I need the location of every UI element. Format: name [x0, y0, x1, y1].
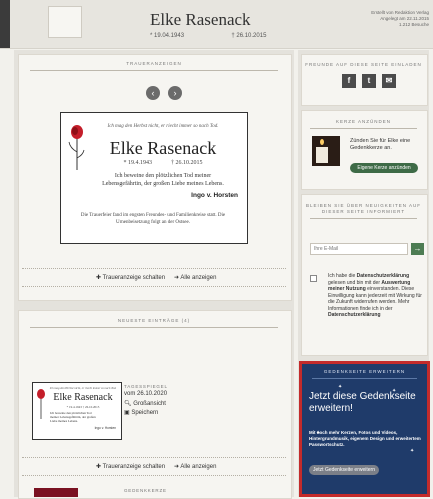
mini-body: Ich beweine den plötzlichen Tod meiner L… — [50, 411, 96, 423]
promo-text: Mit noch mehr Kerzen, Fotos und Videos, … — [309, 430, 421, 447]
promo-title: GEDENKSEITE ERWEITERN — [323, 369, 406, 374]
divider — [310, 218, 417, 219]
candle-title: KERZE ANZÜNDEN — [335, 119, 391, 124]
latest-entries-title: NEUESTE EINTRÄGE (4) — [117, 318, 191, 323]
divider — [30, 327, 278, 328]
notice-quote: Ich mag den Herbst nicht, er riecht imme… — [107, 124, 219, 129]
rose-icon — [68, 125, 85, 170]
divider — [312, 378, 417, 379]
header-left-strip — [0, 0, 10, 48]
candle-thumbnail[interactable] — [34, 488, 78, 497]
page-meta: Erstellt von Redaktion Verlag Angelegt a… — [344, 10, 429, 28]
twitter-icon[interactable]: t — [362, 74, 376, 88]
notice-dates: * 19.4.1943 † 26.10.2015 — [88, 160, 238, 166]
next-arrow-icon[interactable]: › — [168, 86, 182, 100]
save-link[interactable]: ▣ Speichern — [124, 409, 158, 416]
show-all-link-2[interactable]: ➜ Alle anzeigen — [174, 463, 216, 470]
death-date: † 26.10.2015 — [231, 33, 267, 39]
entry-source: TAGESSPIEGEL — [124, 384, 168, 389]
mini-name: Elke Rasenack — [53, 392, 113, 403]
privacy-link-2[interactable]: Datenschutzerklärung — [328, 312, 381, 318]
dotted-divider — [22, 475, 286, 476]
divider — [310, 128, 417, 129]
mini-quote: Ich mag den Herbst nicht, er riecht imme… — [49, 386, 117, 390]
subscribe-arrow-icon[interactable]: → — [411, 243, 424, 255]
meta-visits: 1.212 Besuche — [398, 22, 429, 27]
profile-photo[interactable] — [48, 6, 82, 38]
entry-date: vom 26.10.2020 — [124, 391, 168, 397]
consent-checkbox[interactable] — [310, 275, 317, 282]
dotted-divider — [22, 268, 286, 269]
notices-section-title: TRAUERANZEIGEN — [126, 61, 182, 66]
notice-death: † 26.10.2015 — [171, 160, 203, 166]
rose-icon — [37, 389, 45, 419]
life-dates: * 19.04.1943 † 26.10.2015 — [150, 33, 300, 39]
mail-icon[interactable]: ✉ — [382, 74, 396, 88]
promo-headline: Jetzt diese Gedenkseite erweitern! — [309, 391, 416, 414]
zoom-icon: 🔍︎ — [124, 401, 134, 407]
birth-date: * 19.04.1943 — [150, 33, 185, 39]
mini-dates: * 19.4.1943 † 26.10.2015 — [66, 405, 100, 409]
divider — [30, 70, 278, 71]
privacy-link[interactable]: Datenschutzerklärung — [357, 273, 410, 279]
star-icon: ✦ — [338, 384, 343, 390]
email-input[interactable] — [310, 243, 408, 255]
candle-entry-label: GEDENKKERZE — [124, 488, 167, 493]
star-icon: ✦ — [410, 448, 415, 454]
candle-text: Zünden Sie für Elke eine Gedenkkerze an. — [350, 138, 411, 151]
dotted-divider — [22, 286, 286, 287]
flame-icon — [320, 139, 324, 145]
notice-name: Elke Rasenack — [109, 138, 217, 158]
light-candle-button[interactable]: Eigene Kerze anzünden — [350, 163, 418, 173]
dotted-divider — [22, 457, 286, 458]
plus-icon: ✚ — [96, 275, 103, 281]
notice-body: Ich beweine den plötzlichen Tod meiner L… — [102, 173, 224, 187]
create-notice-link[interactable]: ✚ Traueranzeige schalten — [96, 274, 165, 281]
upgrade-button[interactable]: Jetzt Gedenkseite erweitern — [309, 465, 379, 475]
newsletter-title: BLEIBEN SIE ÜBER NEUIGKEITEN AUF DIESER … — [305, 203, 422, 214]
consent-text: Ich habe die Datenschutzerklärung gelese… — [328, 273, 422, 318]
zoom-link[interactable]: 🔍︎ Großansicht — [124, 400, 166, 407]
upgrade-promo — [299, 361, 430, 497]
plus-icon: ✚ — [96, 464, 103, 470]
notice-signature: Ingo v. Horsten — [191, 192, 238, 199]
notice-birth: * 19.4.1943 — [123, 160, 153, 166]
prev-arrow-icon[interactable]: ‹ — [146, 86, 160, 100]
candle-body — [316, 147, 328, 163]
notice-footer: Die Trauerfeier fand im engsten Freundes… — [80, 213, 226, 225]
share-title: FREUNDE AUF DIESE SEITE EINLADEN — [305, 62, 422, 67]
create-notice-link-2[interactable]: ✚ Traueranzeige schalten — [96, 463, 165, 470]
show-all-link[interactable]: ➜ Alle anzeigen — [174, 274, 216, 281]
mini-signature: Ingo v. Horsten — [94, 426, 116, 430]
page-title: Elke Rasenack — [150, 10, 251, 29]
facebook-icon[interactable]: f — [342, 74, 356, 88]
